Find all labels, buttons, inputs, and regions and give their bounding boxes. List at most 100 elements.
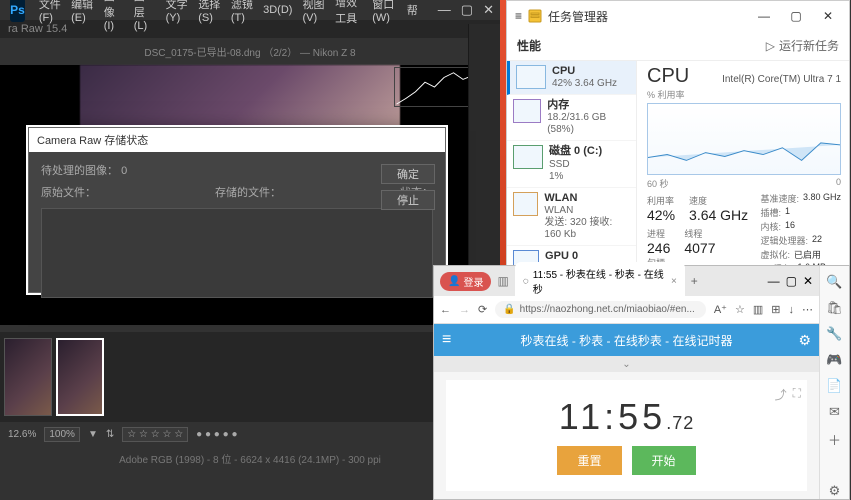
disk-item[interactable]: 磁盘 0 (C:)SSD1% xyxy=(507,141,636,187)
search-sidebar-icon[interactable]: 🔍 xyxy=(826,274,842,290)
wlan-item[interactable]: WLANWLAN发送: 320 接收: 160 Kb xyxy=(507,188,636,246)
edge-sidebar: 🔍 🛍 🔧 🎮 📄 ✉ ＋ ⚙ xyxy=(819,266,849,499)
menu-plugins[interactable]: 增效工具 xyxy=(335,0,362,26)
color-labels[interactable]: ● ● ● ● ● xyxy=(196,429,237,440)
stop-button[interactable]: 停止 xyxy=(381,190,435,210)
filter-icon[interactable]: ▼ xyxy=(88,429,98,440)
menu-3d[interactable]: 3D(D) xyxy=(263,4,292,16)
browser-tab[interactable]: ◌ 11:55 - 秒表在线 - 秒表 - 在线秒 × xyxy=(515,262,685,300)
timer-ms: .72 xyxy=(666,413,694,433)
bottom-toolbar: 12.6% 100% ▼ ⇅ ☆ ☆ ☆ ☆ ☆ ● ● ● ● ● xyxy=(0,422,500,446)
menu-layer[interactable]: 图层(L) xyxy=(134,0,156,32)
extensions-icon[interactable]: ⊞ xyxy=(771,303,780,316)
menu-type[interactable]: 文字(Y) xyxy=(166,0,189,24)
minimize-icon[interactable]: — xyxy=(768,274,780,288)
page-title: 秒表在线 - 秒表 - 在线秒表 - 在线记时器 xyxy=(521,332,733,349)
proc-value: 246 xyxy=(647,240,670,256)
menu-image[interactable]: 图像(I) xyxy=(104,0,124,32)
menu-file[interactable]: 文件(F) xyxy=(39,0,61,24)
page-header: ≡ 秒表在线 - 秒表 - 在线秒表 - 在线记时器 ⚙ xyxy=(434,324,819,356)
close-icon[interactable]: ✕ xyxy=(483,2,494,18)
performance-tab[interactable]: 性能 xyxy=(517,37,541,54)
wlan-sparkline xyxy=(513,192,538,216)
user-icon: 👤 xyxy=(448,276,460,287)
start-button[interactable]: 开始 xyxy=(632,446,696,475)
thumbnail-selected[interactable] xyxy=(56,338,104,416)
dialog-list xyxy=(41,208,433,298)
menu-edit[interactable]: 编辑(E) xyxy=(71,0,94,24)
thumbnail[interactable] xyxy=(4,338,52,416)
settings-sidebar-icon[interactable]: ⚙ xyxy=(829,483,841,499)
task-manager-icon xyxy=(528,9,542,23)
zoom-select[interactable]: 100% xyxy=(44,427,80,442)
maximize-icon[interactable]: ▢ xyxy=(783,9,809,23)
close-tab-icon[interactable]: × xyxy=(671,276,677,287)
close-icon[interactable]: ✕ xyxy=(803,274,813,288)
outlook-sidebar-icon[interactable]: ✉ xyxy=(829,404,840,420)
page-menu-icon[interactable]: ≡ xyxy=(442,331,451,349)
shopping-sidebar-icon[interactable]: 🛍 xyxy=(826,300,843,316)
thread-label: 线程 xyxy=(684,227,715,240)
cpu-detail-panel: CPU Intel(R) Core(TM) Ultra 7 1 % 利用率 60… xyxy=(637,61,849,271)
office-sidebar-icon[interactable]: 📄 xyxy=(826,378,842,394)
menu-help[interactable]: 帮 xyxy=(407,2,418,18)
resource-list: CPU42% 3.64 GHz 内存18.2/31.6 GB (58%) 磁盘 … xyxy=(507,61,637,271)
maximize-icon[interactable]: ▢ xyxy=(786,274,797,288)
page-settings-icon[interactable]: ⚙ xyxy=(798,332,811,349)
col-saved: 存储的文件： xyxy=(215,184,281,200)
share-icon[interactable]: ⤴ xyxy=(775,386,787,403)
tab-strip: 👤登录 ▥ ◌ 11:55 - 秒表在线 - 秒表 - 在线秒 × + — ▢ … xyxy=(434,266,819,296)
page-chevron-bar[interactable]: ⌄ xyxy=(434,356,819,372)
close-icon[interactable]: ✕ xyxy=(815,9,841,23)
ps-menu-bar: Ps 文件(F) 编辑(E) 图像(I) 图层(L) 文字(Y) 选择(S) 滤… xyxy=(0,0,500,20)
photoshop-window: Ps 文件(F) 编辑(E) 图像(I) 图层(L) 文字(Y) 选择(S) 滤… xyxy=(0,0,500,500)
read-aloud-icon[interactable]: A⁺ xyxy=(714,303,727,316)
photoshop-logo-icon: Ps xyxy=(10,0,25,22)
util-label: 利用率 xyxy=(647,194,675,207)
downloads-icon[interactable]: ↓ xyxy=(789,304,795,316)
rating-stars[interactable]: ☆ ☆ ☆ ☆ ☆ xyxy=(122,427,188,442)
tools-sidebar-icon[interactable]: 🔧 xyxy=(826,326,842,342)
maximize-icon[interactable]: ▢ xyxy=(461,2,473,18)
menu-select[interactable]: 选择(S) xyxy=(198,0,221,24)
stopwatch-panel: ⤴ ⛶ 11:55.72 重置 开始 xyxy=(446,380,807,491)
filmstrip xyxy=(0,332,500,422)
reset-button[interactable]: 重置 xyxy=(557,446,621,475)
minimize-icon[interactable]: — xyxy=(751,9,777,23)
url-text: https://naozhong.net.cn/miaobiao/#en... xyxy=(520,304,695,315)
file-info: DSC_0175-已导出-08.dng （2/2） — Nikon Z 8 xyxy=(0,38,500,65)
sort-icon[interactable]: ⇅ xyxy=(106,429,114,440)
run-new-task[interactable]: ▷运行新任务 xyxy=(766,37,839,54)
plus-sidebar-icon[interactable]: ＋ xyxy=(828,430,841,449)
menu-view[interactable]: 视图(V) xyxy=(302,0,325,24)
speed-value: 3.64 GHz xyxy=(689,207,748,223)
ok-button[interactable]: 确定 xyxy=(381,164,435,184)
hamburger-icon[interactable]: ≡ xyxy=(515,9,522,23)
cpu-sparkline xyxy=(516,65,546,89)
back-icon[interactable]: ← xyxy=(440,304,451,316)
forward-icon[interactable]: → xyxy=(459,304,470,316)
favorite-icon[interactable]: ☆ xyxy=(735,303,745,316)
memory-item[interactable]: 内存18.2/31.6 GB (58%) xyxy=(507,95,636,141)
menu-filter[interactable]: 滤镜(T) xyxy=(231,0,253,24)
edge-browser-window: 👤登录 ▥ ◌ 11:55 - 秒表在线 - 秒表 - 在线秒 × + — ▢ … xyxy=(433,265,850,500)
run-task-icon: ▷ xyxy=(766,39,775,53)
remaining-value: 0 xyxy=(121,165,127,177)
more-icon[interactable]: ⋯ xyxy=(802,303,813,316)
new-tab-button[interactable]: + xyxy=(691,274,698,288)
disk-sparkline xyxy=(513,145,543,169)
image-metadata: Adobe RGB (1998) - 8 位 - 6624 x 4416 (24… xyxy=(0,451,500,466)
cpu-item[interactable]: CPU42% 3.64 GHz xyxy=(507,61,636,95)
games-sidebar-icon[interactable]: 🎮 xyxy=(826,352,842,368)
menu-window[interactable]: 窗口(W) xyxy=(372,0,397,24)
dialog-title: Camera Raw 存储状态 xyxy=(29,128,445,152)
detail-title: CPU xyxy=(647,65,689,88)
login-button[interactable]: 👤登录 xyxy=(440,272,491,291)
fullscreen-icon[interactable]: ⛶ xyxy=(793,386,801,403)
collections-icon[interactable]: ▥ xyxy=(753,303,763,316)
workspace-icon[interactable]: ▥ xyxy=(497,274,508,288)
refresh-icon[interactable]: ⟳ xyxy=(478,303,487,316)
url-field[interactable]: 🔒 https://naozhong.net.cn/miaobiao/#en..… xyxy=(495,301,706,318)
task-manager-window: ≡ 任务管理器 — ▢ ✕ 性能 ▷运行新任务 CPU42% 3.64 GHz … xyxy=(506,0,850,272)
minimize-icon[interactable]: — xyxy=(438,2,451,18)
